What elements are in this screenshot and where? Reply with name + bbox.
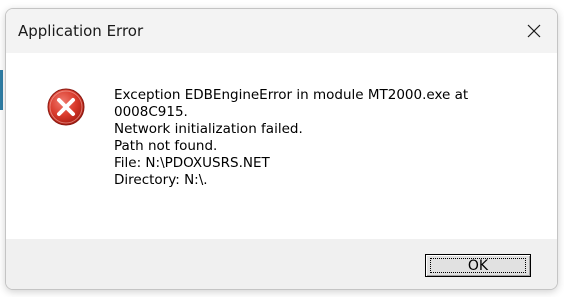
- message-line: File: N:\PDOXUSRS.NET: [114, 155, 270, 171]
- background-window-edge: [0, 70, 3, 110]
- button-bar: OK: [6, 239, 557, 289]
- error-message: Exception EDBEngineError in module MT200…: [114, 87, 544, 189]
- message-line: 0008C915.: [114, 104, 188, 120]
- ok-button-label: OK: [467, 257, 489, 274]
- message-line: Path not found.: [114, 138, 218, 154]
- ok-button[interactable]: OK: [425, 254, 531, 277]
- message-area: Exception EDBEngineError in module MT200…: [6, 53, 557, 239]
- message-line: Directory: N:\.: [114, 172, 208, 188]
- window-title: Application Error: [18, 22, 144, 40]
- message-line: Network initialization failed.: [114, 121, 303, 137]
- error-icon: [47, 88, 85, 126]
- close-button[interactable]: [511, 9, 557, 53]
- application-error-dialog: Application Error Exception EDBEngineErr…: [5, 8, 558, 290]
- close-icon: [527, 24, 541, 38]
- title-bar[interactable]: Application Error: [6, 9, 557, 53]
- message-line: Exception EDBEngineError in module MT200…: [114, 87, 469, 103]
